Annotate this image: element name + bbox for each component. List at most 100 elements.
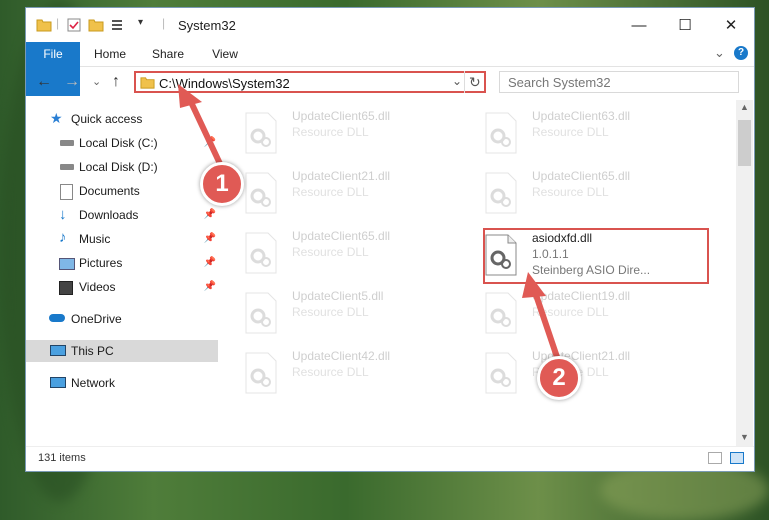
list-item[interactable]: UpdateClient63.dll Resource DLL	[484, 106, 714, 160]
pictures-icon	[59, 258, 75, 270]
sidebar-item-label: Local Disk (C:)	[79, 136, 158, 150]
dll-file-icon	[245, 172, 277, 214]
sidebar-item-label: Local Disk (D:)	[79, 160, 158, 174]
list-item[interactable]: UpdateClient19.dll Resource DLL	[484, 286, 714, 340]
forward-button[interactable]: →	[64, 73, 80, 91]
list-item[interactable]: UpdateClient21.dll Resource DLL	[484, 346, 714, 400]
folder-icon	[36, 19, 52, 32]
documents-icon	[60, 184, 73, 200]
file-name: UpdateClient19.dll	[532, 289, 631, 303]
sidebar-item-downloads[interactable]: ↓ Downloads 📌	[26, 204, 218, 226]
sidebar-item-local-disk-c[interactable]: Local Disk (C:) 📌	[26, 132, 218, 154]
customize-toolbar-icon[interactable]	[110, 17, 126, 33]
network-icon	[50, 377, 66, 388]
tab-share[interactable]: Share	[146, 42, 190, 66]
list-item[interactable]: UpdateClient42.dll Resource DLL	[244, 346, 474, 400]
file-name: UpdateClient65.dll	[532, 169, 631, 183]
new-folder-icon[interactable]	[88, 17, 104, 33]
dll-file-icon	[485, 352, 517, 394]
quick-access-dropdown-icon[interactable]: ▾	[138, 17, 143, 28]
large-icons-view-icon[interactable]	[730, 452, 744, 464]
list-item[interactable]: UpdateClient65.dll Resource DLL	[244, 106, 474, 160]
sidebar-item-local-disk-d[interactable]: Local Disk (D:)	[26, 156, 218, 178]
music-icon: ♪	[59, 229, 67, 246]
dll-file-icon	[485, 292, 517, 334]
help-icon[interactable]: ?	[734, 46, 748, 60]
dll-file-icon	[485, 172, 517, 214]
drive-icon	[60, 164, 74, 170]
star-icon: ★	[50, 110, 63, 126]
highlight-box	[483, 228, 709, 284]
file-list: UpdateClient65.dll Resource DLL UpdateCl…	[218, 100, 736, 446]
sidebar-item-documents[interactable]: Documents 📌	[26, 180, 218, 202]
recent-locations-icon[interactable]: ⌄	[92, 75, 101, 88]
file-name: UpdateClient65.dll	[292, 109, 391, 123]
address-dropdown-icon[interactable]: ⌄	[452, 74, 462, 88]
title-bar: | ▾ | System32 — ☐ ✕	[26, 8, 754, 42]
sidebar-item-quick-access[interactable]: ★ Quick access	[26, 108, 218, 130]
dll-file-icon	[245, 352, 277, 394]
tab-view[interactable]: View	[204, 42, 246, 66]
file-name: UpdateClient42.dll	[292, 349, 391, 363]
status-bar: 131 items	[26, 446, 754, 471]
sidebar-item-pictures[interactable]: Pictures 📌	[26, 252, 218, 274]
sidebar-item-label: Downloads	[79, 208, 139, 222]
folder-icon	[140, 77, 155, 89]
file-name: UpdateClient63.dll	[532, 109, 631, 123]
ribbon-expand-icon[interactable]: ⌄	[714, 45, 725, 61]
tab-home[interactable]: Home	[88, 42, 132, 66]
search-box[interactable]: Search System32	[499, 71, 739, 93]
navigation-pane: ★ Quick access Local Disk (C:) 📌 Local D…	[26, 100, 218, 446]
properties-icon[interactable]	[66, 17, 82, 33]
details-view-icon[interactable]	[708, 452, 722, 464]
sidebar-item-music[interactable]: ♪ Music 📌	[26, 228, 218, 250]
vertical-scrollbar[interactable]: ▲ ▼	[736, 100, 753, 446]
address-path[interactable]: C:\Windows\System32	[159, 76, 290, 91]
file-type: Resource DLL	[532, 125, 609, 139]
list-item[interactable]: UpdateClient65.dll Resource DLL	[484, 166, 714, 220]
sidebar-item-videos[interactable]: Videos 📌	[26, 276, 218, 298]
drive-icon	[60, 140, 74, 146]
ribbon-tabs: File Home Share View ⌄ ?	[26, 42, 754, 96]
cloud-icon	[49, 314, 65, 322]
back-button[interactable]: ←	[36, 73, 52, 91]
pin-icon[interactable]: 📌	[204, 281, 216, 292]
download-icon: ↓	[59, 206, 67, 223]
sidebar-item-label: OneDrive	[71, 312, 122, 326]
sidebar-item-label: Documents	[79, 184, 140, 198]
list-item[interactable]: UpdateClient5.dll Resource DLL	[244, 286, 474, 340]
videos-icon	[59, 281, 73, 295]
file-type: Resource DLL	[292, 365, 369, 379]
file-type: Resource DLL	[532, 305, 609, 319]
sidebar-item-label: Network	[71, 376, 116, 390]
scroll-thumb[interactable]	[738, 120, 751, 166]
address-bar[interactable]: C:\Windows\System32 ⌄ ↻	[134, 71, 486, 93]
sidebar-item-label: Pictures	[79, 256, 123, 270]
list-item[interactable]: UpdateClient21.dll Resource DLL	[244, 166, 474, 220]
sidebar-item-network[interactable]: Network	[26, 372, 218, 394]
pin-icon[interactable]: 📌	[204, 137, 216, 148]
sidebar-item-onedrive[interactable]: OneDrive	[26, 308, 218, 330]
pin-icon[interactable]: 📌	[204, 233, 216, 244]
sidebar-item-label: This PC	[71, 344, 114, 358]
dll-file-icon	[245, 292, 277, 334]
file-type: Resource DLL	[292, 125, 369, 139]
pin-icon[interactable]: 📌	[204, 257, 216, 268]
dll-file-icon	[245, 112, 277, 154]
search-input[interactable]: Search System32	[508, 75, 611, 90]
pin-icon[interactable]: 📌	[204, 209, 216, 220]
scroll-down-icon[interactable]: ▼	[740, 432, 749, 442]
minimize-button[interactable]: —	[616, 8, 662, 42]
file-type: Resource DLL	[292, 305, 369, 319]
navigation-bar: ← → ⌄ ↑ C:\Windows\System32 ⌄ ↻ Search S…	[26, 66, 754, 98]
refresh-button[interactable]: ↻	[469, 74, 481, 91]
computer-icon	[50, 345, 66, 356]
close-button[interactable]: ✕	[708, 8, 754, 42]
file-type: Resource DLL	[292, 185, 369, 199]
sidebar-item-label: Quick access	[71, 112, 143, 126]
list-item[interactable]: UpdateClient65.dll Resource DLL	[244, 226, 474, 280]
maximize-button[interactable]: ☐	[662, 8, 708, 42]
up-button[interactable]: ↑	[112, 73, 120, 91]
scroll-up-icon[interactable]: ▲	[740, 102, 749, 112]
sidebar-item-this-pc[interactable]: This PC	[26, 340, 218, 362]
